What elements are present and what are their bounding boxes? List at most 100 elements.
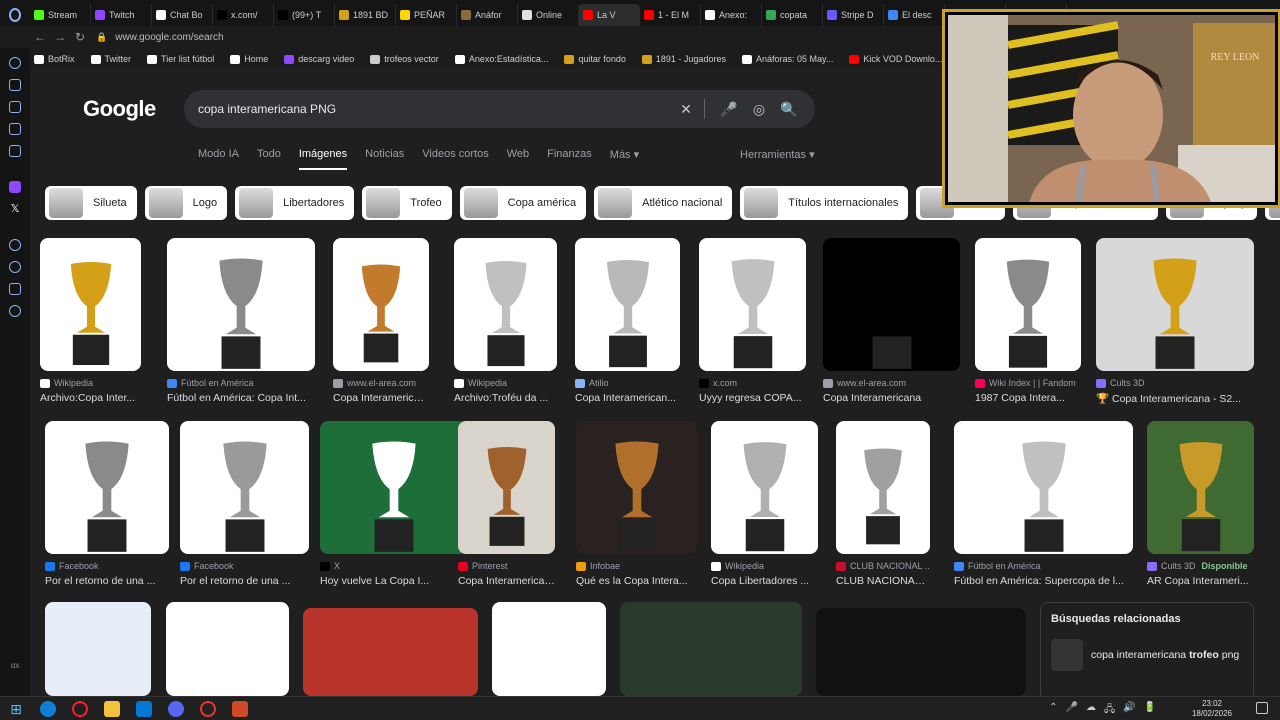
result-thumbnail[interactable] [45, 421, 169, 554]
edge-icon[interactable] [40, 700, 56, 717]
image-result[interactable]: Fútbol en América Fútbol en América: Supe… [954, 421, 1133, 587]
back-button[interactable]: ← [30, 30, 50, 44]
tray-icon[interactable]: 🖧 [1104, 702, 1115, 719]
result-source[interactable]: Wikipedia [40, 378, 141, 388]
bookmark-item[interactable]: Kick VOD Downlo... [849, 54, 942, 64]
messenger-icon[interactable] [9, 57, 21, 69]
clear-icon[interactable]: ✕ [674, 101, 698, 118]
related-search-item[interactable]: copa interamericana trofeo png [1051, 639, 1243, 671]
microphone-icon[interactable]: 🎤 [717, 101, 741, 118]
browser-tab[interactable]: Online [518, 4, 579, 26]
browser-tab[interactable]: Twitch [91, 4, 152, 26]
image-result[interactable]: Atilio Copa Interamerican... [575, 238, 680, 404]
tray-icon[interactable]: 🔊 [1123, 702, 1135, 719]
browser-tab[interactable]: 1 - El M [640, 4, 701, 26]
pinboard-icon[interactable] [9, 123, 21, 135]
image-result[interactable]: X Hoy vuelve La Copa I... [320, 421, 468, 587]
image-result[interactable]: CLUB NACIONAL ... CLUB NACIONAL ... [836, 421, 930, 587]
result-thumbnail[interactable] [620, 602, 802, 696]
bookmark-item[interactable]: Twitter [90, 54, 131, 64]
browser-tab[interactable]: Anáfor [457, 4, 518, 26]
image-result[interactable] [303, 608, 478, 696]
result-title[interactable]: Copa Libertadores ... [711, 575, 818, 587]
result-thumbnail[interactable] [333, 238, 429, 371]
image-result[interactable] [816, 608, 1026, 696]
result-thumbnail[interactable] [836, 421, 930, 554]
image-result[interactable]: Wiki Index | | Fandom 1987 Copa Intera... [975, 238, 1081, 404]
result-title[interactable]: Copa Interamericana [823, 392, 960, 404]
result-thumbnail[interactable] [180, 421, 309, 554]
result-thumbnail[interactable] [711, 421, 818, 554]
result-source[interactable]: Fútbol en América [167, 378, 315, 388]
result-source[interactable]: Wikipedia [711, 561, 818, 571]
result-title[interactable]: Copa Interamerican... [575, 392, 680, 404]
result-thumbnail[interactable] [40, 238, 141, 371]
result-source[interactable]: Infobae [576, 561, 697, 571]
result-source[interactable]: x.com [699, 378, 806, 388]
result-source[interactable]: Fútbol en América [954, 561, 1133, 571]
lens-icon[interactable]: ◎ [747, 101, 771, 118]
result-title[interactable]: Qué es la Copa Intera... [576, 575, 697, 587]
result-thumbnail[interactable] [454, 238, 557, 371]
nav-tab[interactable]: Videos cortos [422, 148, 488, 170]
start-icon[interactable]: ⊞ [8, 701, 24, 717]
result-title[interactable]: Por el retorno de una ... [45, 575, 169, 587]
result-title[interactable]: Archivo:Copa Inter... [40, 392, 141, 404]
filter-chip[interactable]: Títulos internacionales [740, 186, 909, 220]
bookmark-item[interactable]: 1891 - Jugadores [641, 54, 726, 64]
result-thumbnail[interactable] [1096, 238, 1254, 371]
image-result[interactable]: Wikipedia Archivo:Troféu da ... [454, 238, 557, 404]
result-title[interactable]: Copa Interamericana [333, 392, 429, 404]
settings-icon[interactable] [9, 305, 21, 317]
filter-chip[interactable]: Logo [144, 186, 228, 220]
discord-icon[interactable] [168, 700, 184, 717]
result-title[interactable]: Uyyy regresa COPA... [699, 392, 806, 404]
result-thumbnail[interactable] [575, 238, 680, 371]
result-source[interactable]: CLUB NACIONAL ... [836, 561, 930, 571]
obs-icon[interactable] [200, 700, 216, 717]
bookmark-item[interactable]: descarg video [284, 54, 354, 64]
filter-chip[interactable]: Copa américa [459, 186, 587, 220]
image-result[interactable] [166, 602, 289, 696]
browser-tab[interactable]: Stripe D [823, 4, 884, 26]
nav-tab[interactable]: Finanzas [547, 148, 592, 170]
browser-tab[interactable]: 1891 BD [335, 4, 396, 26]
browser-tab[interactable]: La V [579, 4, 640, 26]
result-source[interactable]: Atilio [575, 378, 680, 388]
image-result[interactable]: Wikipedia Archivo:Copa Inter... [40, 238, 141, 404]
result-thumbnail[interactable] [492, 602, 606, 696]
browser-tab[interactable]: x.com/ [213, 4, 274, 26]
image-result[interactable]: Wikipedia Copa Libertadores ... [711, 421, 818, 587]
image-result[interactable]: Infobae Qué es la Copa Intera... [576, 421, 697, 587]
result-source[interactable]: Facebook [45, 561, 169, 571]
image-result[interactable]: Fútbol en América Fútbol en América: Copa… [167, 238, 315, 404]
notifications-icon[interactable] [1256, 702, 1268, 714]
result-thumbnail[interactable] [45, 602, 151, 696]
result-thumbnail[interactable] [166, 602, 289, 696]
tray-icon[interactable]: ⌃ [1049, 702, 1057, 719]
filter-chip[interactable]: Trofeo [362, 186, 452, 220]
history-icon[interactable] [9, 239, 21, 251]
tray-icon[interactable]: 🎤 [1065, 702, 1077, 719]
result-title[interactable]: Copa Interamericana [458, 575, 555, 587]
result-thumbnail[interactable] [816, 608, 1026, 696]
player-icon[interactable] [9, 101, 21, 113]
nav-tab[interactable]: Web [507, 148, 529, 170]
reload-button[interactable]: ↻ [70, 30, 90, 44]
result-title[interactable]: Archivo:Troféu da ... [454, 392, 557, 404]
result-source[interactable]: www.el-area.com [333, 378, 429, 388]
forward-button[interactable]: → [50, 30, 70, 44]
image-result[interactable]: Cults 3D Disponible AR Copa Interameri... [1147, 421, 1254, 587]
result-source[interactable]: Facebook [180, 561, 309, 571]
result-thumbnail[interactable] [458, 421, 555, 554]
search-icon[interactable]: 🔍 [777, 101, 801, 118]
result-thumbnail[interactable] [167, 238, 315, 371]
image-result[interactable]: Facebook Por el retorno de una ... [45, 421, 169, 587]
browser-tab[interactable]: Chat Bo [152, 4, 213, 26]
powerpoint-icon[interactable] [232, 700, 248, 717]
browser-tab[interactable]: PEÑAR [396, 4, 457, 26]
result-source[interactable]: www.el-area.com [823, 378, 960, 388]
result-title[interactable]: Por el retorno de una ... [180, 575, 309, 587]
file-explorer-icon[interactable] [104, 700, 120, 717]
result-thumbnail[interactable] [1147, 421, 1254, 554]
